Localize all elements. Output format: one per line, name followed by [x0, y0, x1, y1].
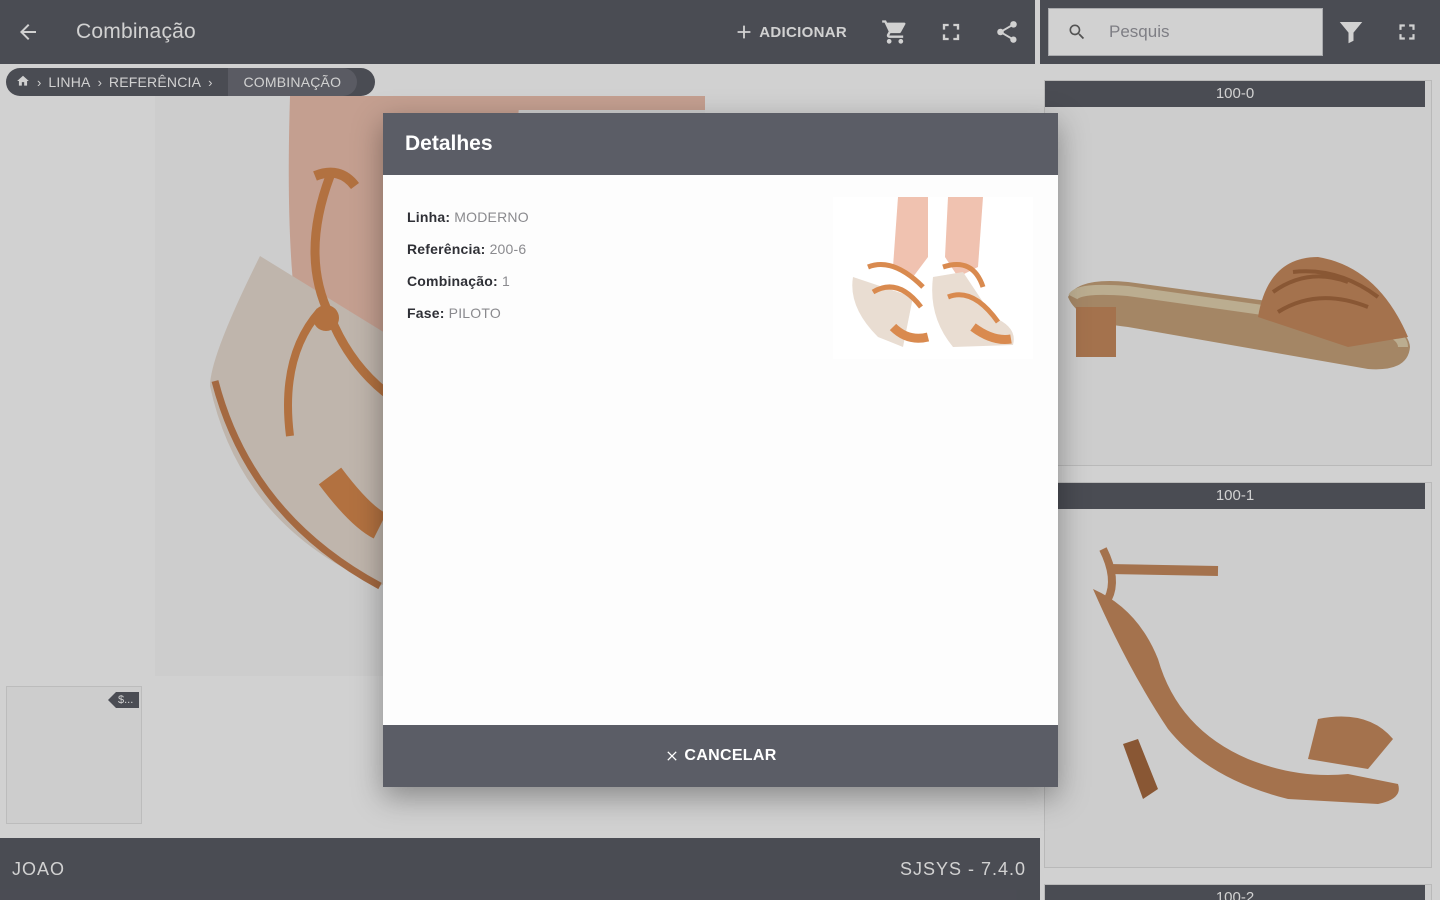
details-dialog: Detalhes Linha: MODERNO Referência: 200-…	[383, 113, 1058, 787]
dialog-body: Linha: MODERNO Referência: 200-6 Combina…	[383, 175, 1058, 725]
field-value: PILOTO	[448, 305, 501, 321]
close-icon	[667, 751, 678, 761]
field-value: MODERNO	[454, 209, 529, 225]
field-value: 200-6	[489, 241, 527, 257]
cancel-label: CANCELAR	[684, 747, 777, 764]
field-label: Combinação:	[407, 273, 498, 289]
field-value: 1	[501, 273, 510, 289]
field-label: Linha:	[407, 209, 451, 225]
field-label: Fase:	[407, 305, 445, 321]
field-label: Referência:	[407, 241, 486, 257]
dialog-title: Detalhes	[383, 113, 1058, 175]
cancel-button[interactable]: CANCELAR	[383, 725, 1058, 787]
product-photo	[833, 197, 1033, 359]
